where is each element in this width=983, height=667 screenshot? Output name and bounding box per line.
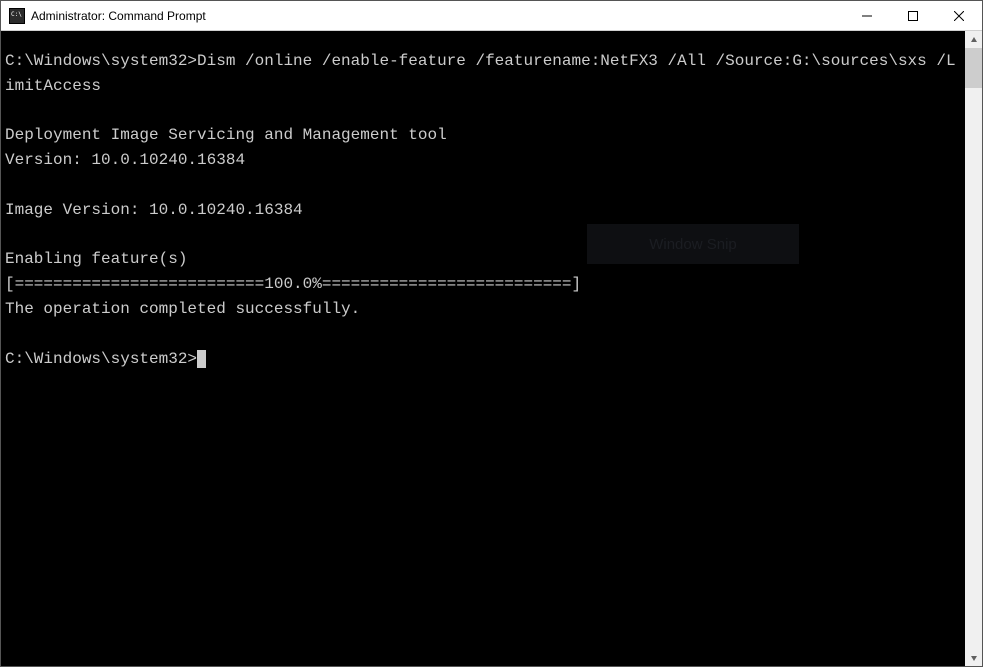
terminal-line: [==========================100.0%=======… (5, 275, 581, 293)
terminal-output[interactable]: C:\Windows\system32>Dism /online /enable… (1, 31, 965, 666)
scroll-down-button[interactable] (965, 649, 982, 666)
terminal-line: Enabling feature(s) (5, 250, 187, 268)
scroll-up-button[interactable] (965, 31, 982, 48)
terminal-line: The operation completed successfully. (5, 300, 360, 318)
window-controls (844, 1, 982, 30)
terminal-line: C:\Windows\system32>Dism /online /enable… (5, 52, 956, 95)
scroll-track[interactable] (965, 48, 982, 649)
minimize-button[interactable] (844, 1, 890, 30)
window-title: Administrator: Command Prompt (31, 9, 844, 23)
svg-text:C:\: C:\ (11, 11, 22, 18)
scroll-thumb[interactable] (965, 48, 982, 88)
vertical-scrollbar[interactable] (965, 31, 982, 666)
terminal-line: Deployment Image Servicing and Managemen… (5, 126, 447, 144)
titlebar[interactable]: C:\ Administrator: Command Prompt (1, 1, 982, 31)
cmd-icon: C:\ (9, 8, 25, 24)
cursor-icon (197, 350, 206, 368)
terminal-prompt: C:\Windows\system32> (5, 350, 197, 368)
maximize-button[interactable] (890, 1, 936, 30)
command-prompt-window: C:\ Administrator: Command Prompt C:\Win… (0, 0, 983, 667)
terminal-line: Image Version: 10.0.10240.16384 (5, 201, 303, 219)
terminal-area: C:\Windows\system32>Dism /online /enable… (1, 31, 982, 666)
terminal-line: Version: 10.0.10240.16384 (5, 151, 245, 169)
close-button[interactable] (936, 1, 982, 30)
